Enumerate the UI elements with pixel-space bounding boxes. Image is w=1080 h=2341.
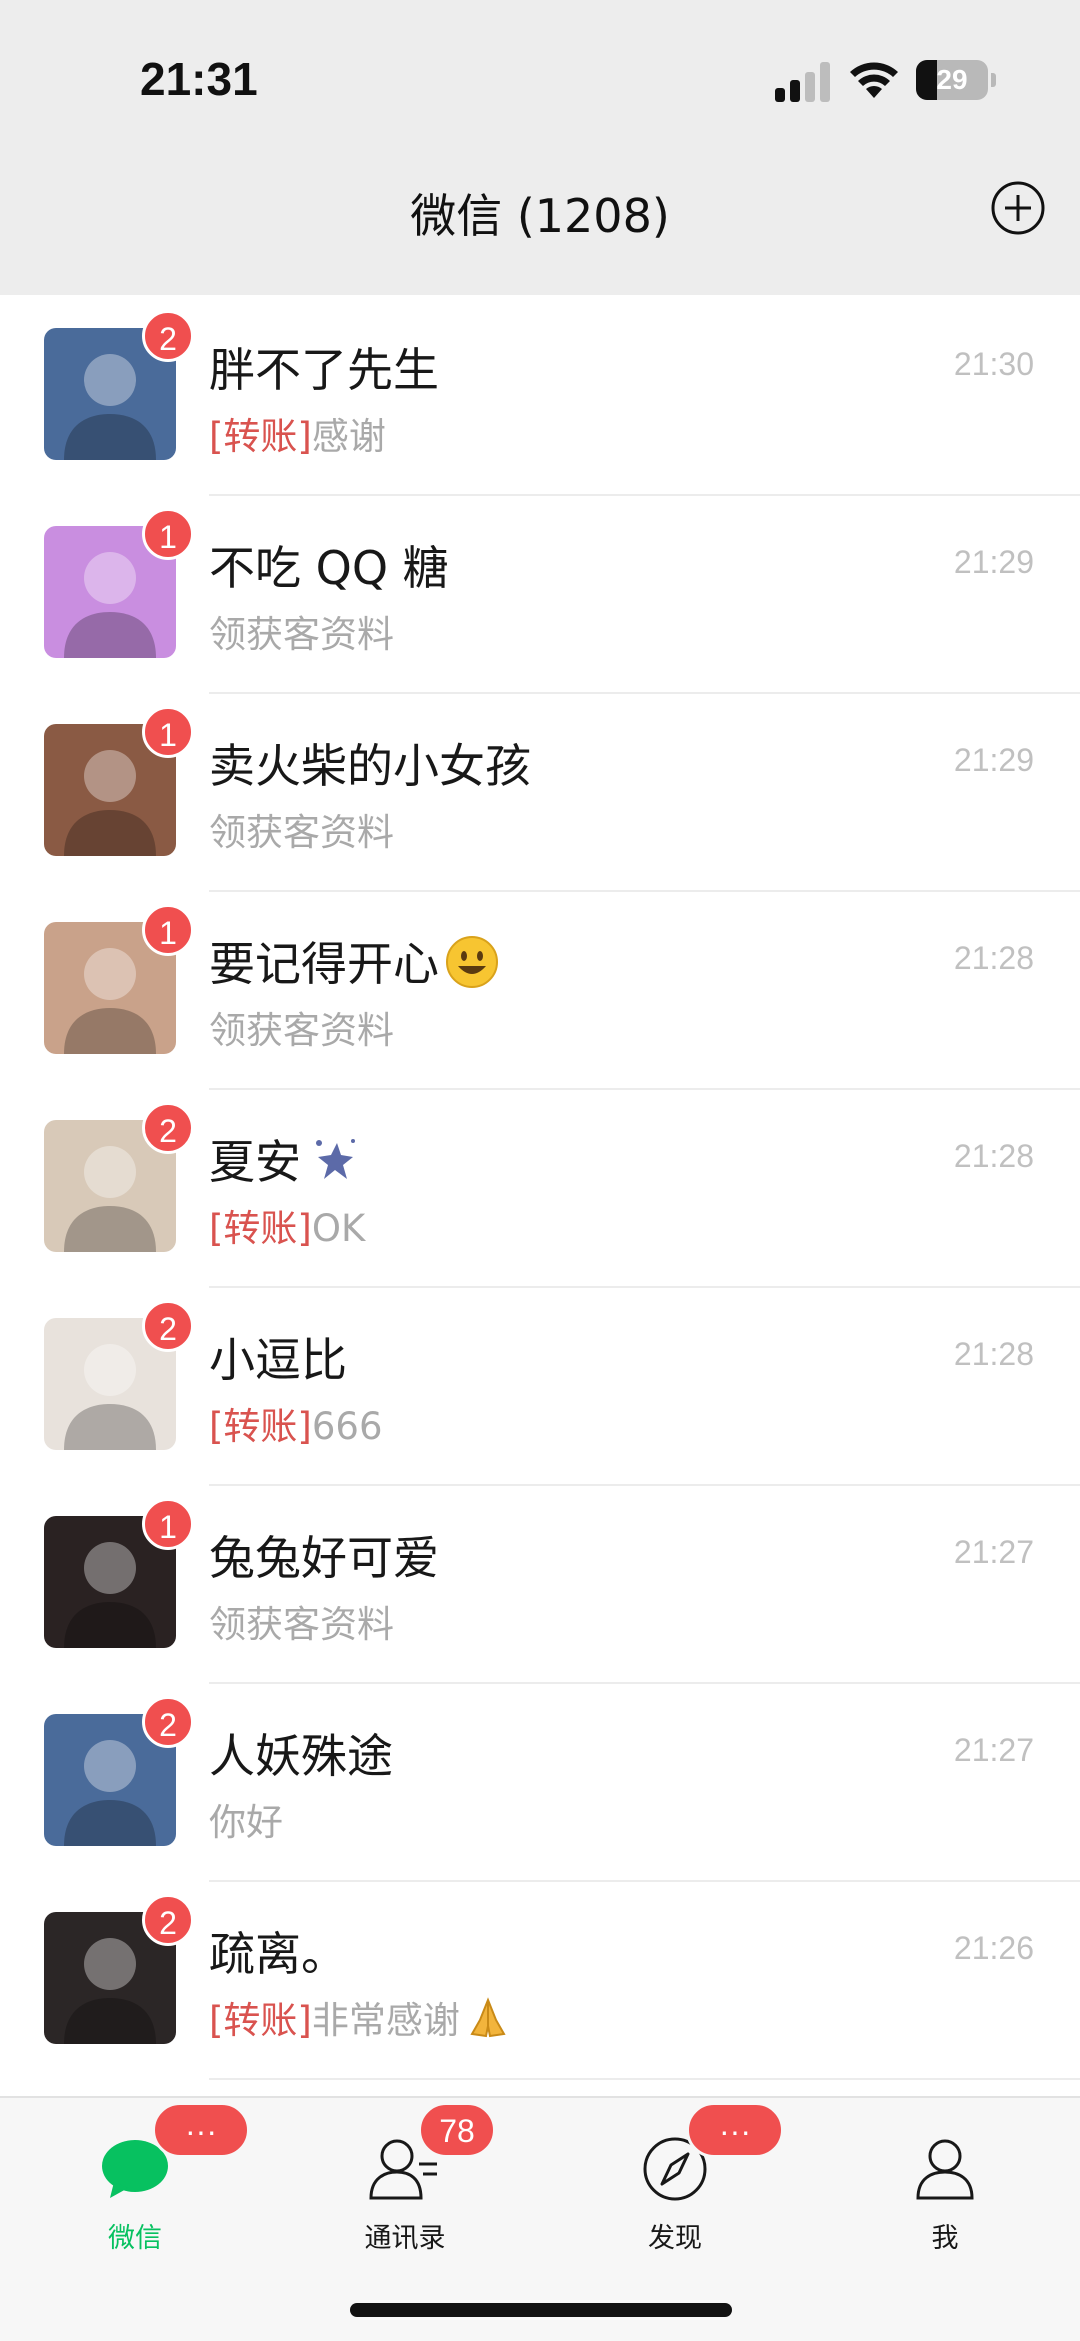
page-title: 微信 (1208) — [410, 189, 670, 243]
chat-name-text: 人妖殊途 — [209, 1729, 393, 1783]
status-bar: 21:31 29 — [0, 0, 1080, 150]
chat-row[interactable]: 1 要记得开心 21:28 领获客资料 — [0, 892, 1080, 1090]
sparkle-emoji — [307, 1135, 361, 1196]
chat-time: 21:27 — [953, 1534, 1034, 1570]
chat-preview: [转账]感谢 — [209, 406, 386, 460]
chat-name: 疏离。 — [209, 1918, 347, 1984]
chat-preview: 领获客资料 — [209, 604, 394, 658]
chat-preview-text: 非常感谢 — [311, 1999, 460, 2042]
chat-preview-text: OK — [311, 1207, 366, 1250]
chat-name-text: 兔兔好可爱 — [209, 1531, 439, 1585]
chat-row[interactable]: 1 兔兔好可爱 21:27 领获客资料 — [0, 1486, 1080, 1684]
chat-preview-text: 领获客资料 — [209, 1009, 394, 1052]
person-icon — [916, 2139, 974, 2200]
battery-cap — [991, 73, 996, 87]
unread-badge: 1 — [142, 706, 194, 758]
chat-time: 21:29 — [953, 544, 1034, 580]
unread-badge: 2 — [142, 1102, 194, 1154]
chat-time: 21:28 — [953, 940, 1034, 976]
unread-badge: 1 — [142, 1498, 194, 1550]
chat-row[interactable]: 2 夏安 21:28 [转账]OK — [0, 1090, 1080, 1288]
chat-name-text: 要记得开心 — [209, 937, 439, 991]
chat-time: 21:28 — [953, 1336, 1034, 1372]
unread-badge: 2 — [142, 310, 194, 362]
chat-row[interactable]: 2 小逗比 21:28 [转账]666 — [0, 1288, 1080, 1486]
unread-badge: 2 — [142, 1894, 194, 1946]
chat-time: 21:26 — [953, 1930, 1034, 1966]
chat-row[interactable]: 1 卖火柴的小女孩 21:29 领获客资料 — [0, 694, 1080, 892]
chat-name: 兔兔好可爱 — [209, 1522, 439, 1588]
chat-preview-text: 666 — [311, 1405, 383, 1448]
chat-row[interactable]: 2 胖不了先生 21:30 [转账]感谢 — [0, 298, 1080, 496]
battery-percent: 29 — [936, 64, 968, 95]
unread-badge: 2 — [142, 1300, 194, 1352]
chat-row[interactable]: 1 不吃 QQ 糖 21:29 领获客资料 — [0, 496, 1080, 694]
wifi-icon — [850, 62, 898, 98]
chat-preview: 领获客资料 — [209, 1000, 394, 1054]
chat-name: 小逗比 — [209, 1324, 347, 1390]
chat-name: 人妖殊途 — [209, 1720, 393, 1786]
chat-preview: 领获客资料 — [209, 1594, 394, 1648]
chat-name: 卖火柴的小女孩 — [209, 730, 531, 796]
unread-badge: 2 — [142, 1696, 194, 1748]
chat-preview: [转账]OK — [209, 1198, 365, 1252]
chat-name-text: 夏安 — [209, 1135, 301, 1189]
chat-preview: [转账]666 — [209, 1396, 383, 1450]
chat-time: 21:27 — [953, 1732, 1034, 1768]
chat-name: 要记得开心 — [209, 928, 499, 1000]
chat-name: 不吃 QQ 糖 — [209, 532, 449, 598]
chat-row[interactable]: 2 疏离。 21:26 [转账]非常感谢 — [0, 1882, 1080, 2080]
chat-name-text: 疏离。 — [209, 1927, 347, 1981]
tab-badge: ··· — [686, 2102, 784, 2158]
status-time: 21:31 — [140, 53, 258, 105]
smiley-emoji — [445, 935, 499, 1000]
tab-me[interactable]: 我 — [865, 2118, 1025, 2254]
transfer-tag: [转账] — [209, 1999, 312, 2042]
tab-label: 发现 — [648, 2223, 702, 2254]
chat-preview-text: 领获客资料 — [209, 1603, 394, 1646]
transfer-tag: [转账] — [209, 1405, 312, 1448]
tab-label: 微信 — [108, 2223, 162, 2254]
chat-preview: 领获客资料 — [209, 802, 394, 856]
plus-circle-icon[interactable] — [990, 180, 1046, 236]
chat-name-text: 不吃 QQ 糖 — [209, 541, 449, 595]
home-indicator — [350, 2303, 732, 2317]
chat-time: 21:28 — [953, 1138, 1034, 1174]
battery-icon: 29 — [916, 60, 988, 100]
tab-label: 通讯录 — [364, 2223, 446, 2254]
unread-badge: 1 — [142, 904, 194, 956]
chat-preview-text: 领获客资料 — [209, 811, 394, 854]
chat-time: 21:30 — [953, 346, 1034, 382]
chat-preview-text: 你好 — [209, 1801, 283, 1844]
chat-name-text: 卖火柴的小女孩 — [209, 739, 531, 793]
chat-name: 胖不了先生 — [209, 334, 439, 400]
tab-badge: ··· — [152, 2102, 250, 2158]
transfer-tag: [转账] — [209, 415, 312, 458]
unread-badge: 1 — [142, 508, 194, 560]
nav-bar: 微信 (1208) — [0, 150, 1080, 295]
chat-name-text: 小逗比 — [209, 1333, 347, 1387]
chat-row[interactable]: 2 人妖殊途 21:27 你好 — [0, 1684, 1080, 1882]
tab-badge: 78 — [418, 2102, 496, 2158]
signal-icon — [775, 62, 831, 102]
transfer-tag: [转账] — [209, 1207, 312, 1250]
pray-emoji — [466, 1996, 510, 2049]
chat-name-text: 胖不了先生 — [209, 343, 439, 397]
chat-preview: 你好 — [209, 1792, 283, 1846]
chat-preview-text: 感谢 — [311, 415, 386, 458]
chat-preview-text: 领获客资料 — [209, 613, 394, 656]
chat-preview: [转账]非常感谢 — [209, 1990, 510, 2049]
chat-name: 夏安 — [209, 1126, 361, 1196]
row-divider — [209, 2078, 1080, 2080]
chat-time: 21:29 — [953, 742, 1034, 778]
tab-label: 我 — [931, 2223, 959, 2254]
